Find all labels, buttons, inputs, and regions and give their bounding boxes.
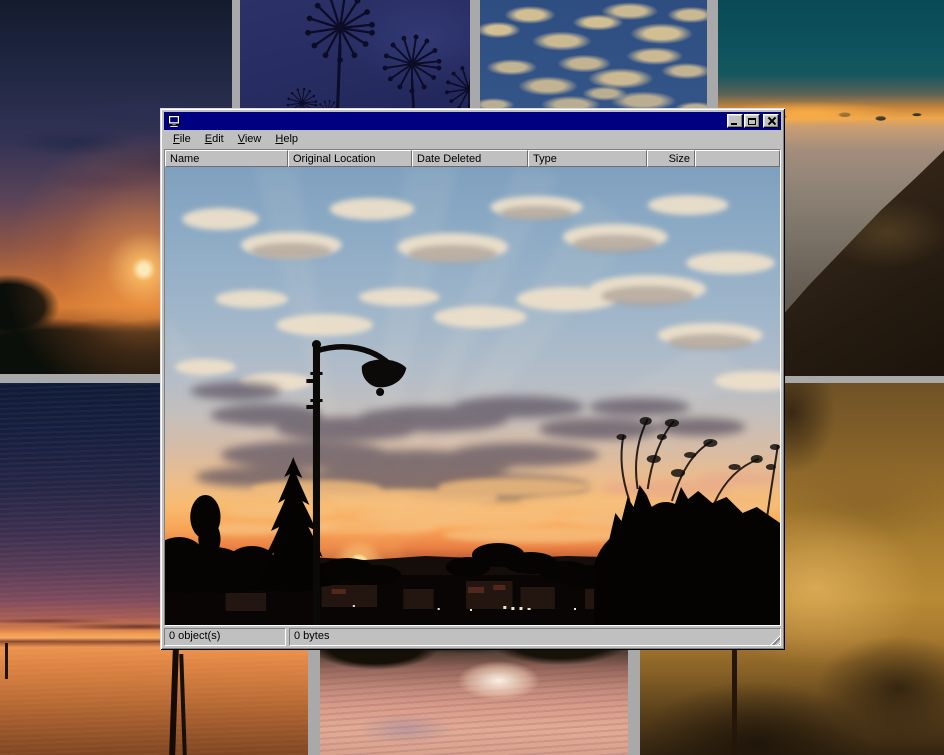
water-pole-silhouette	[732, 648, 737, 755]
title-bar[interactable]	[164, 112, 781, 130]
column-header-name[interactable]: Name	[165, 150, 288, 167]
minimize-icon	[731, 123, 737, 125]
desktop-photo-collage: File Edit View Help Name Original Locati…	[0, 0, 944, 755]
water-pole-silhouette	[169, 649, 179, 755]
menu-edit[interactable]: Edit	[198, 131, 231, 148]
maximize-icon	[748, 118, 756, 125]
maximize-button[interactable]	[744, 114, 760, 128]
status-bar: 0 object(s) 0 bytes	[164, 628, 781, 646]
column-header-row: Name Original Location Date Deleted Type…	[165, 150, 780, 167]
water-pole-silhouette	[179, 654, 187, 755]
column-header-original-location[interactable]: Original Location	[288, 150, 412, 167]
column-header-date-deleted[interactable]: Date Deleted	[412, 150, 528, 167]
column-header-size[interactable]: Size	[647, 150, 695, 167]
right-tree-silhouettes	[594, 417, 780, 625]
computer-icon[interactable]	[167, 114, 181, 128]
status-object-count: 0 object(s)	[164, 628, 286, 646]
close-icon	[767, 117, 776, 125]
list-view: Name Original Location Date Deleted Type…	[164, 149, 781, 626]
menu-help[interactable]: Help	[268, 131, 305, 148]
recycle-bin-window: File Edit View Help Name Original Locati…	[160, 108, 785, 650]
status-total-size: 0 bytes	[289, 628, 781, 646]
menu-view[interactable]: View	[231, 131, 269, 148]
close-button[interactable]	[763, 114, 779, 128]
menu-bar: File Edit View Help	[164, 130, 781, 149]
window-controls	[726, 114, 779, 128]
water-pole-silhouette	[5, 643, 8, 679]
column-header-filler	[695, 150, 780, 167]
sunset-lamp-photo-art	[165, 167, 780, 625]
menu-file[interactable]: File	[166, 131, 198, 148]
column-header-type[interactable]: Type	[528, 150, 647, 167]
minimize-button[interactable]	[727, 114, 743, 128]
list-view-client-area-sunset-photo[interactable]	[165, 167, 780, 625]
